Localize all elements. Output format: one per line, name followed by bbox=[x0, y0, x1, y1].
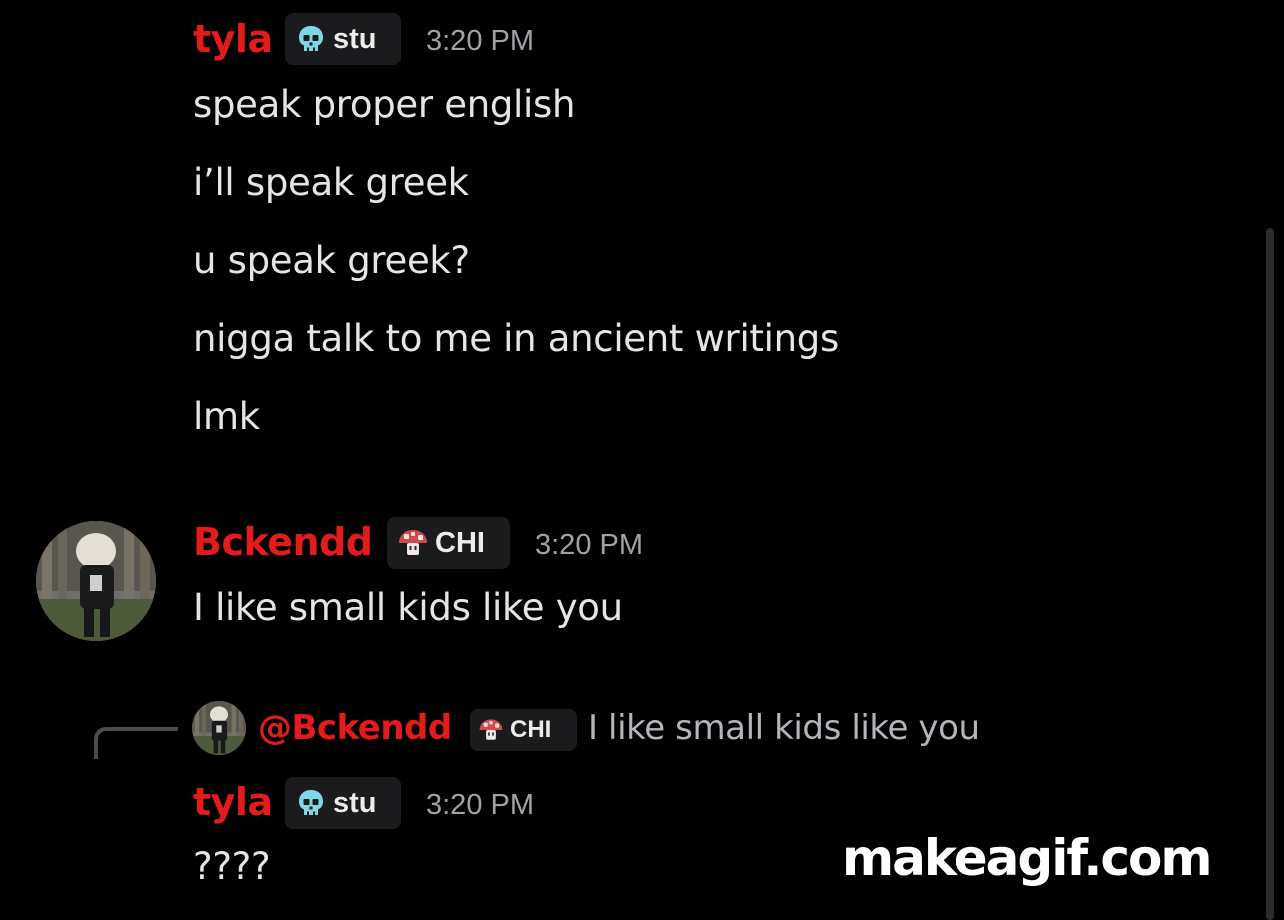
message-2-role-tag[interactable]: CHI bbox=[387, 517, 510, 569]
reply-role-tag[interactable]: CHI bbox=[470, 709, 577, 751]
message-line: u speak greek? bbox=[193, 239, 470, 282]
watermark-logo: makeagif.com bbox=[842, 829, 1212, 887]
mushroom-icon bbox=[397, 527, 429, 559]
message-line: i’ll speak greek bbox=[193, 161, 469, 204]
message-line: ???? bbox=[193, 845, 271, 888]
reply-preview[interactable]: I like small kids like you bbox=[588, 707, 980, 749]
role-tag-label: CHI bbox=[435, 526, 485, 559]
message-2-author[interactable]: Bckendd bbox=[193, 519, 373, 565]
reply-avatar[interactable] bbox=[192, 701, 246, 755]
message-1-role-tag[interactable]: stu bbox=[285, 13, 401, 65]
role-tag-label: stu bbox=[333, 786, 377, 819]
message-line: nigga talk to me in ancient writings bbox=[193, 317, 839, 360]
message-1-author[interactable]: tyla bbox=[193, 16, 273, 62]
message-2-timestamp: 3:20 PM bbox=[535, 529, 643, 561]
role-tag-label: stu bbox=[333, 22, 377, 55]
message-3-role-tag[interactable]: stu bbox=[285, 777, 401, 829]
scrollbar[interactable] bbox=[1266, 228, 1274, 920]
message-line: I like small kids like you bbox=[193, 586, 623, 629]
skull-icon bbox=[295, 787, 327, 819]
bckendd-avatar[interactable] bbox=[36, 521, 156, 641]
message-3-author[interactable]: tyla bbox=[193, 779, 273, 825]
message-line: speak proper english bbox=[193, 83, 576, 126]
message-1-timestamp: 3:20 PM bbox=[426, 25, 534, 57]
reply-mention[interactable]: @Bckendd bbox=[258, 707, 452, 749]
role-tag-label: CHI bbox=[510, 716, 552, 743]
message-line: lmk bbox=[193, 395, 260, 438]
mushroom-icon bbox=[478, 717, 504, 743]
message-3-timestamp: 3:20 PM bbox=[426, 789, 534, 821]
reply-connector bbox=[94, 727, 178, 759]
skull-icon bbox=[295, 23, 327, 55]
